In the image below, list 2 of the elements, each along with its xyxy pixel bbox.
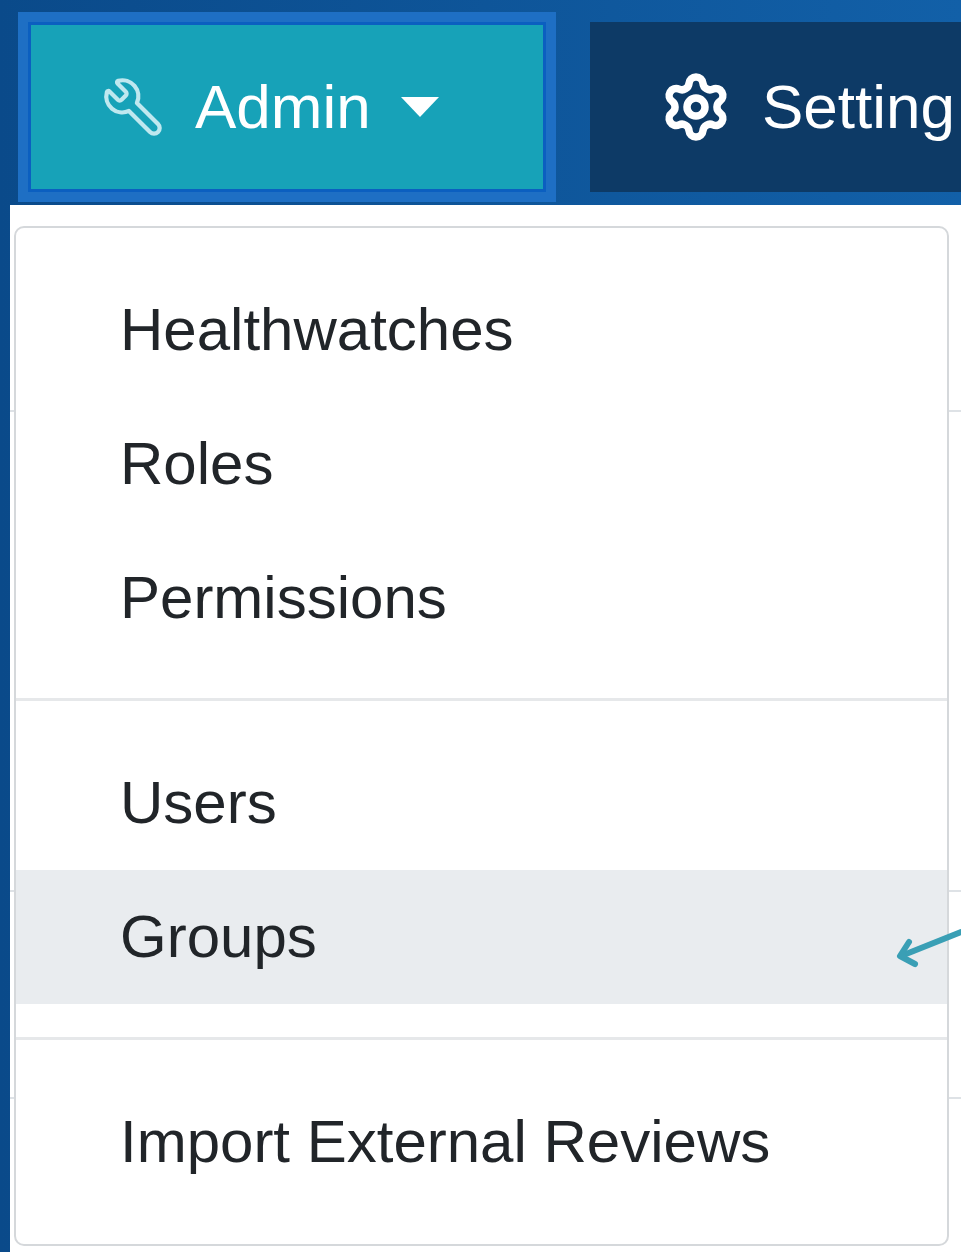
nav-button[interactable]: Setting — [590, 21, 961, 192]
menu-item[interactable]: Groups — [16, 870, 947, 1004]
